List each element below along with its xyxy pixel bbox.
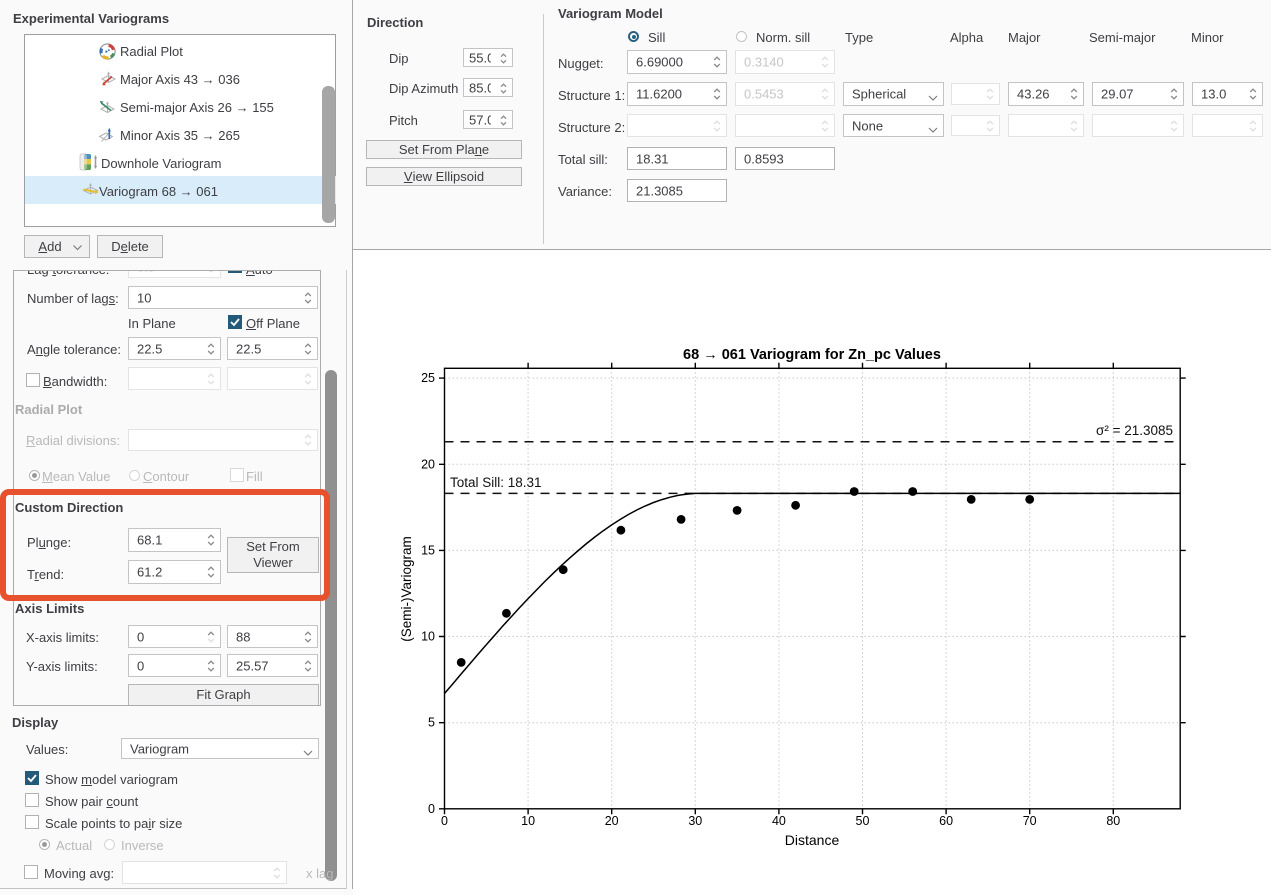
svg-text:15: 15	[421, 543, 435, 557]
svg-text:60: 60	[939, 814, 953, 828]
svg-text:σ² = 21.3085: σ² = 21.3085	[1096, 423, 1173, 438]
svg-text:10: 10	[521, 814, 535, 828]
svg-text:25: 25	[421, 371, 435, 385]
svg-text:Total Sill: 18.31: Total Sill: 18.31	[450, 475, 542, 490]
svg-text:30: 30	[688, 814, 702, 828]
svg-text:Distance: Distance	[785, 832, 840, 848]
svg-text:80: 80	[1106, 814, 1120, 828]
svg-text:20: 20	[421, 457, 435, 471]
svg-text:20: 20	[605, 814, 619, 828]
svg-text:0: 0	[428, 802, 435, 816]
svg-text:10: 10	[421, 630, 435, 644]
svg-text:5: 5	[428, 716, 435, 730]
svg-text:0: 0	[441, 814, 448, 828]
svg-text:68 → 061 Variogram for Zn_pc V: 68 → 061 Variogram for Zn_pc Values	[683, 347, 941, 363]
svg-text:40: 40	[772, 814, 786, 828]
svg-text:50: 50	[856, 814, 870, 828]
svg-text:(Semi-)Variogram: (Semi-)Variogram	[399, 536, 414, 642]
svg-text:70: 70	[1023, 814, 1037, 828]
